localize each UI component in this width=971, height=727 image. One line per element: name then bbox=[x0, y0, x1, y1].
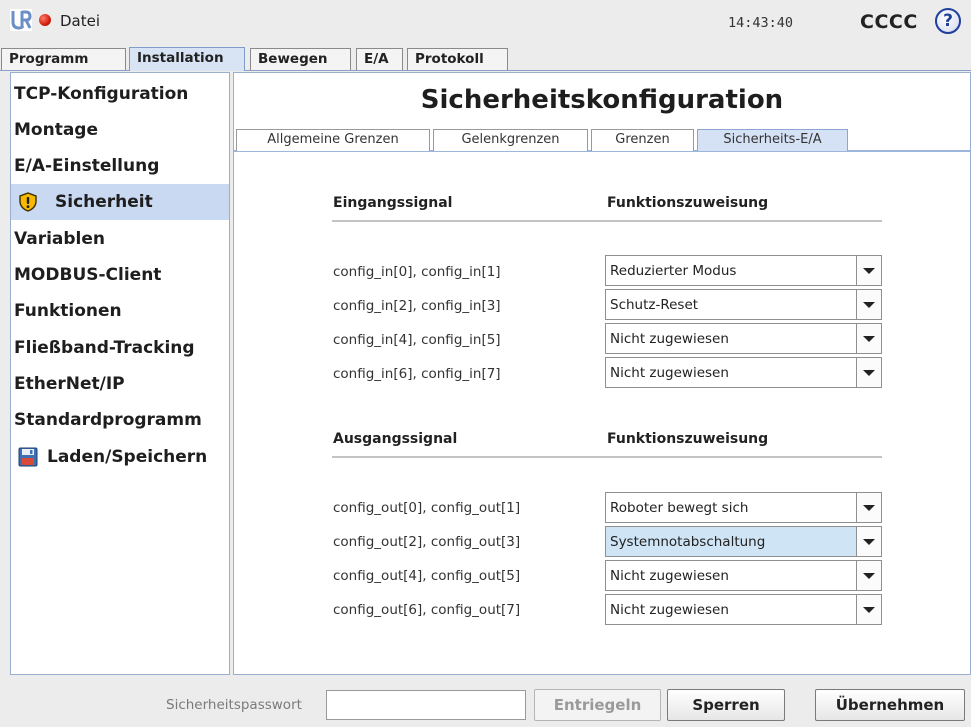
lock-button[interactable]: Sperren bbox=[667, 689, 785, 721]
output-function-select[interactable]: Roboter bewegt sich bbox=[605, 492, 882, 523]
floppy-disk-icon bbox=[18, 447, 38, 467]
page-title: Sicherheitskonfiguration bbox=[420, 85, 784, 115]
chevron-down-icon[interactable] bbox=[856, 256, 881, 285]
sidebar-item-label: Standardprogramm bbox=[14, 410, 202, 430]
unlock-button[interactable]: Entriegeln bbox=[534, 689, 661, 721]
safety-io-body: Eingangssignal Funktionszuweisung config… bbox=[234, 152, 970, 674]
sidebar-item-variablen[interactable]: Variablen bbox=[11, 221, 229, 257]
input-signal-label: config_in[2], config_in[3] bbox=[333, 298, 501, 314]
clock: 14:43:40 bbox=[728, 15, 794, 31]
select-value: Schutz-Reset bbox=[610, 297, 699, 313]
output-signal-label: config_out[2], config_out[3] bbox=[333, 534, 521, 550]
sidebar-item-ethernet-ip[interactable]: EtherNet/IP bbox=[11, 366, 229, 402]
input-function-select[interactable]: Reduzierter Modus bbox=[605, 255, 882, 286]
tab-programm[interactable]: Programm bbox=[1, 48, 126, 70]
input-function-header: Funktionszuweisung bbox=[607, 195, 769, 211]
help-button[interactable]: ? bbox=[935, 8, 961, 34]
chevron-down-icon[interactable] bbox=[856, 290, 881, 319]
sidebar-item-ea-einstellung[interactable]: E/A-Einstellung bbox=[11, 148, 229, 184]
tab-installation[interactable]: Installation bbox=[129, 47, 245, 71]
select-value: Roboter bewegt sich bbox=[610, 500, 749, 516]
output-function-select[interactable]: Nicht zugewiesen bbox=[605, 594, 882, 625]
select-value: Nicht zugewiesen bbox=[610, 602, 729, 618]
sidebar-item-standardprogramm[interactable]: Standardprogramm bbox=[11, 402, 229, 438]
emergency-stop-indicator-icon bbox=[39, 14, 51, 26]
tab-ea[interactable]: E/A bbox=[356, 48, 403, 70]
sidebar-item-label: Fließband-Tracking bbox=[14, 338, 195, 358]
installation-sidebar: TCP-Konfiguration Montage E/A-Einstellun… bbox=[10, 72, 230, 675]
select-value: Nicht zugewiesen bbox=[610, 365, 729, 381]
input-function-select[interactable]: Schutz-Reset bbox=[605, 289, 882, 320]
shield-warning-icon bbox=[19, 192, 37, 212]
apply-button[interactable]: Übernehmen bbox=[815, 689, 965, 721]
input-signal-label: config_in[0], config_in[1] bbox=[333, 264, 501, 280]
tab-grenzen[interactable]: Grenzen bbox=[591, 129, 694, 151]
chevron-down-icon[interactable] bbox=[856, 561, 881, 590]
sidebar-item-modbus-client[interactable]: MODBUS-Client bbox=[11, 257, 229, 293]
chevron-down-icon[interactable] bbox=[856, 595, 881, 624]
sidebar-item-fliessband-tracking[interactable]: Fließband-Tracking bbox=[11, 330, 229, 366]
chevron-down-icon[interactable] bbox=[856, 493, 881, 522]
input-signal-label: config_in[6], config_in[7] bbox=[333, 366, 501, 382]
sidebar-item-label: Variablen bbox=[14, 229, 106, 249]
input-signal-header: Eingangssignal bbox=[333, 195, 453, 211]
sidebar-item-label: EtherNet/IP bbox=[14, 374, 125, 394]
output-signal-label: config_out[4], config_out[5] bbox=[333, 568, 521, 584]
tab-allgemeine-grenzen[interactable]: Allgemeine Grenzen bbox=[236, 129, 430, 151]
output-function-select[interactable]: Systemnotabschaltung bbox=[605, 526, 882, 557]
sidebar-item-label: Funktionen bbox=[14, 301, 122, 321]
select-value: Reduzierter Modus bbox=[610, 263, 737, 279]
robot-name: CCCC bbox=[860, 11, 918, 33]
bottom-action-bar: Sicherheitspasswort Entriegeln Sperren Ü… bbox=[0, 680, 971, 727]
sidebar-item-label: Sicherheit bbox=[55, 192, 153, 212]
sidebar-item-tcp-konfiguration[interactable]: TCP-Konfiguration bbox=[11, 76, 229, 112]
password-label: Sicherheitspasswort bbox=[166, 697, 302, 713]
input-signal-label: config_in[4], config_in[5] bbox=[333, 332, 501, 348]
select-value: Nicht zugewiesen bbox=[610, 568, 729, 584]
sidebar-item-montage[interactable]: Montage bbox=[11, 112, 229, 148]
top-bar: Datei 14:43:40 CCCC ? bbox=[0, 0, 971, 46]
tab-sicherheits-ea[interactable]: Sicherheits-E/A bbox=[697, 129, 848, 151]
safety-password-input[interactable] bbox=[326, 690, 526, 720]
main-tab-bar: Programm Installation Bewegen E/A Protok… bbox=[0, 46, 971, 71]
output-signal-label: config_out[6], config_out[7] bbox=[333, 602, 521, 618]
sidebar-item-label: E/A-Einstellung bbox=[14, 156, 160, 176]
sidebar-item-funktionen[interactable]: Funktionen bbox=[11, 293, 229, 329]
sidebar-item-label: TCP-Konfiguration bbox=[14, 84, 189, 104]
output-signal-header: Ausgangssignal bbox=[333, 431, 458, 447]
select-value: Nicht zugewiesen bbox=[610, 331, 729, 347]
sidebar-item-laden-speichern[interactable]: Laden/Speichern bbox=[11, 439, 229, 475]
file-menu[interactable]: Datei bbox=[60, 12, 100, 30]
safety-configuration-panel: Sicherheitskonfiguration Allgemeine Gren… bbox=[233, 72, 971, 675]
tab-bewegen[interactable]: Bewegen bbox=[250, 48, 351, 70]
sidebar-item-sicherheit[interactable]: Sicherheit bbox=[11, 184, 229, 220]
safety-sub-tab-bar: Allgemeine Grenzen Gelenkgrenzen Grenzen… bbox=[234, 126, 970, 152]
sidebar-item-label: Montage bbox=[14, 120, 98, 140]
tab-protokoll[interactable]: Protokoll bbox=[407, 48, 508, 70]
input-function-select[interactable]: Nicht zugewiesen bbox=[605, 323, 882, 354]
output-function-select[interactable]: Nicht zugewiesen bbox=[605, 560, 882, 591]
chevron-down-icon[interactable] bbox=[856, 527, 881, 556]
output-signal-label: config_out[0], config_out[1] bbox=[333, 500, 521, 516]
input-function-select[interactable]: Nicht zugewiesen bbox=[605, 357, 882, 388]
chevron-down-icon[interactable] bbox=[856, 324, 881, 353]
chevron-down-icon[interactable] bbox=[856, 358, 881, 387]
tab-gelenkgrenzen[interactable]: Gelenkgrenzen bbox=[433, 129, 588, 151]
sidebar-item-label: Laden/Speichern bbox=[47, 447, 208, 467]
select-value: Systemnotabschaltung bbox=[610, 534, 766, 550]
output-function-header: Funktionszuweisung bbox=[607, 431, 769, 447]
ur-logo-icon bbox=[10, 9, 32, 31]
sidebar-item-label: MODBUS-Client bbox=[14, 265, 162, 285]
output-header-divider bbox=[332, 456, 882, 458]
input-header-divider bbox=[332, 220, 882, 222]
